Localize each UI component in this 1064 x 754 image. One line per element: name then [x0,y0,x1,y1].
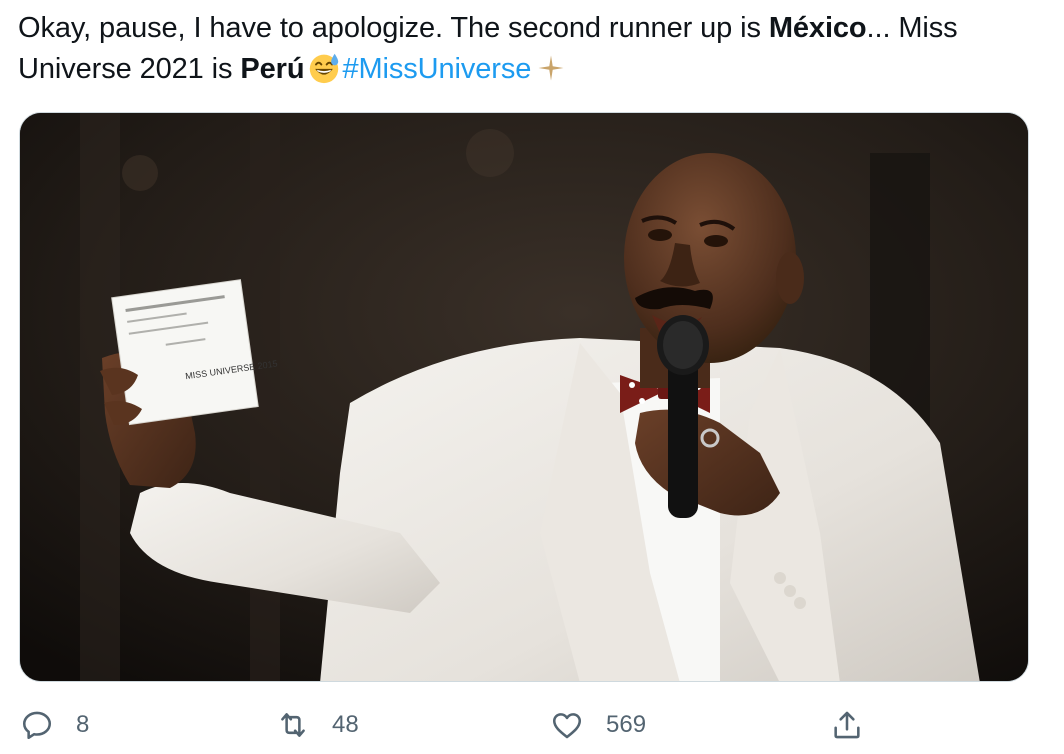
tweet-country-mexico: México [768,12,867,44]
tweet-media-photo[interactable]: MISS UNIVERSE 2015 [19,112,1029,682]
heart-icon [552,713,582,739]
tweet-action-bar: 8 48 569 [0,700,1064,754]
hashtag-link[interactable]: #MissUniverse [342,53,531,85]
reply-count: 8 [76,711,90,738]
grinning-face-with-sweat-icon [310,53,339,84]
tweet-text: Okay, pause, I have to apologize. The se… [18,8,1048,90]
reply-icon [22,711,52,740]
share-icon [834,711,860,739]
tweet-view: Okay, pause, I have to apologize. The se… [0,0,1064,754]
share-button[interactable] [830,700,864,750]
reply-button[interactable]: 8 [20,700,89,750]
like-count: 569 [606,711,647,738]
retweet-count: 48 [332,711,359,738]
sparkle-icon [538,55,564,81]
retweet-icon [281,713,305,737]
like-button[interactable]: 569 [550,700,646,750]
tweet-country-peru: Perú [240,53,305,85]
photo-illustration: MISS UNIVERSE 2015 [20,113,1028,681]
tweet-text-part1: Okay, pause, I have to apologize. The se… [18,12,769,44]
retweet-button[interactable]: 48 [276,700,359,750]
